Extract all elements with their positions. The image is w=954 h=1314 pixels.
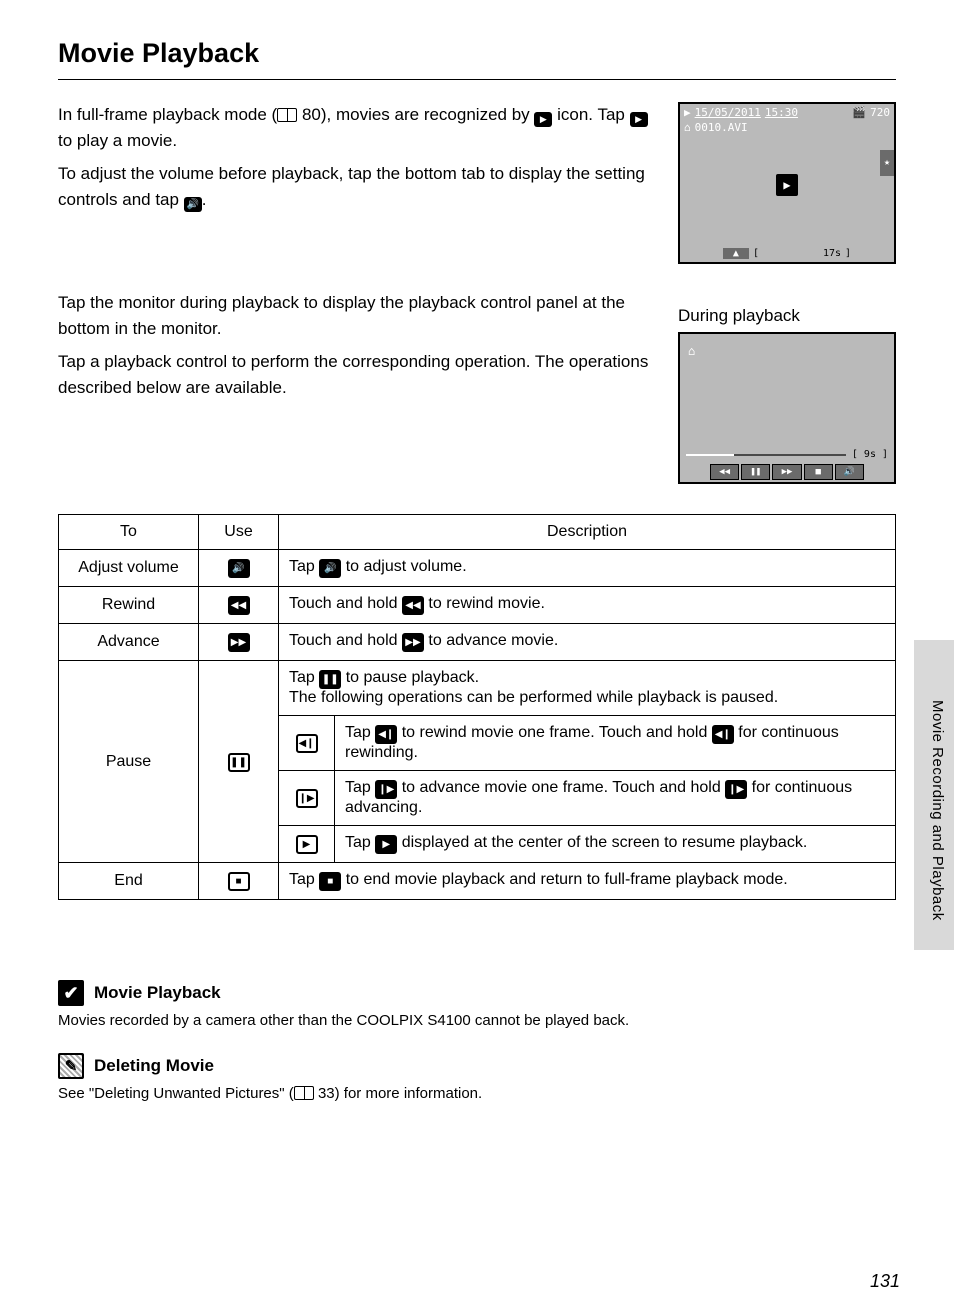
up-tab-icon: ▲ <box>723 248 749 259</box>
cell-to: Advance <box>59 624 199 661</box>
intro-text-1: In full-frame playback mode ( 80), movie… <box>58 102 660 264</box>
cell-to: Rewind <box>59 587 199 624</box>
advance-btn-icon: ▶▶ <box>772 464 801 480</box>
screen-file: 0010.AVI <box>695 121 748 134</box>
mid-p2: Tap a playback control to perform the co… <box>58 349 660 402</box>
volume-icon: 🔊 <box>319 559 341 578</box>
play-icon: ▶ <box>534 112 552 127</box>
note-body: See "Deleting Unwanted Pictures" ( 33) f… <box>58 1085 896 1102</box>
rewind-btn-icon: ◀◀ <box>710 464 739 480</box>
intro-text-2: Tap the monitor during playback to displ… <box>58 290 660 484</box>
stop-icon: ■ <box>228 872 250 891</box>
screen-1-box: ▶ 15/05/2011 15:30 🎬 720 ⌂ 0010.AVI ★ ▶ ▲… <box>678 102 896 264</box>
intro-p1c: icon. Tap <box>552 105 629 124</box>
screen-time: 15:30 <box>765 106 798 119</box>
note-body: Movies recorded by a camera other than t… <box>58 1012 896 1029</box>
intro-block-2: Tap the monitor during playback to displ… <box>58 290 896 484</box>
screen-duration: 17s <box>823 248 841 259</box>
table-row: Rewind ◀◀ Touch and hold ◀◀ to rewind mo… <box>59 587 896 624</box>
intro-p1b: 80), movies are recognized by <box>302 105 534 124</box>
play-center-icon: ▶ <box>776 174 798 196</box>
screen-1: ▶ 15/05/2011 15:30 🎬 720 ⌂ 0010.AVI ★ ▶ ▲… <box>678 102 896 264</box>
stop-icon: ■ <box>319 872 341 891</box>
th-desc: Description <box>279 515 896 550</box>
note-heading: ✔ Movie Playback <box>58 980 896 1006</box>
note-title: Deleting Movie <box>94 1056 214 1076</box>
cell-to: Pause <box>59 661 199 863</box>
pencil-note-icon: ✎ <box>58 1053 84 1079</box>
chapter-label: Movie Recording and Playback <box>929 700 946 921</box>
frame-advance-icon: ❙▶ <box>375 780 397 799</box>
table-row: Adjust volume 🔊 Tap 🔊 to adjust volume. <box>59 550 896 587</box>
intro-block-1: In full-frame playback mode ( 80), movie… <box>58 102 896 264</box>
playback-mode-icon: ▶ <box>684 106 691 119</box>
screen-2-box: During playback ⌂ [9s] ◀◀ ❚❚ ▶▶ ■ 🔊 <box>678 290 896 484</box>
pause-icon: ❚❚ <box>319 670 341 689</box>
note-heading: ✎ Deleting Movie <box>58 1053 896 1079</box>
card-icon: ⌂ <box>688 344 695 358</box>
operations-table: To Use Description Adjust volume 🔊 Tap 🔊… <box>58 514 896 900</box>
play-icon: ▶ <box>375 835 397 854</box>
page-title: Movie Playback <box>58 38 896 80</box>
rewind-icon: ◀◀ <box>402 596 424 615</box>
card-icon: ⌂ <box>684 121 691 134</box>
during-label: During playback <box>678 306 896 326</box>
remaining-time: 9s <box>864 449 876 460</box>
pause-btn-icon: ❚❚ <box>741 464 770 480</box>
stop-btn-icon: ■ <box>804 464 833 480</box>
manual-page: Movie Playback In full-frame playback mo… <box>0 0 954 1314</box>
screen-2: ⌂ [9s] ◀◀ ❚❚ ▶▶ ■ 🔊 <box>678 332 896 484</box>
th-use: Use <box>199 515 279 550</box>
pause-icon: ❚❚ <box>228 753 250 772</box>
cell-to: End <box>59 863 199 900</box>
caution-check-icon: ✔ <box>58 980 84 1006</box>
rating-tab: ★ <box>880 150 894 176</box>
progress-bar <box>686 454 846 456</box>
page-number: 131 <box>870 1271 900 1292</box>
cell-to: Adjust volume <box>59 550 199 587</box>
mid-p1: Tap the monitor during playback to displ… <box>58 290 660 343</box>
table-row: End ■ Tap ■ to end movie playback and re… <box>59 863 896 900</box>
intro-p1a: In full-frame playback mode ( <box>58 105 277 124</box>
frame-rewind-icon: ◀❙ <box>712 725 734 744</box>
frame-advance-icon: ❙▶ <box>296 789 318 808</box>
note-title: Movie Playback <box>94 983 221 1003</box>
volume-icon: 🔊 <box>228 559 250 578</box>
advance-icon: ▶▶ <box>402 633 424 652</box>
play-icon: ▶ <box>630 112 648 127</box>
play-icon: ▶ <box>296 835 318 854</box>
intro-p2b: . <box>202 190 207 209</box>
screen-res: 720 <box>870 106 890 119</box>
book-icon <box>294 1086 314 1100</box>
intro-p2a: To adjust the volume before playback, ta… <box>58 164 645 209</box>
screen-date: 15/05/2011 <box>695 106 761 119</box>
frame-rewind-icon: ◀❙ <box>296 734 318 753</box>
table-row: Pause ❚❚ Tap ❚❚ to pause playback. The f… <box>59 661 896 716</box>
resolution-icon: 🎬 <box>852 106 866 119</box>
volume-btn-icon: 🔊 <box>835 464 864 480</box>
volume-icon: 🔊 <box>184 197 202 212</box>
th-to: To <box>59 515 199 550</box>
table-row: Advance ▶▶ Touch and hold ▶▶ to advance … <box>59 624 896 661</box>
notes-section: ✔ Movie Playback Movies recorded by a ca… <box>58 980 896 1102</box>
rewind-icon: ◀◀ <box>228 596 250 615</box>
advance-icon: ▶▶ <box>228 633 250 652</box>
frame-advance-icon: ❙▶ <box>725 780 747 799</box>
book-icon <box>277 108 297 122</box>
intro-p1d: to play a movie. <box>58 131 177 150</box>
frame-rewind-icon: ◀❙ <box>375 725 397 744</box>
